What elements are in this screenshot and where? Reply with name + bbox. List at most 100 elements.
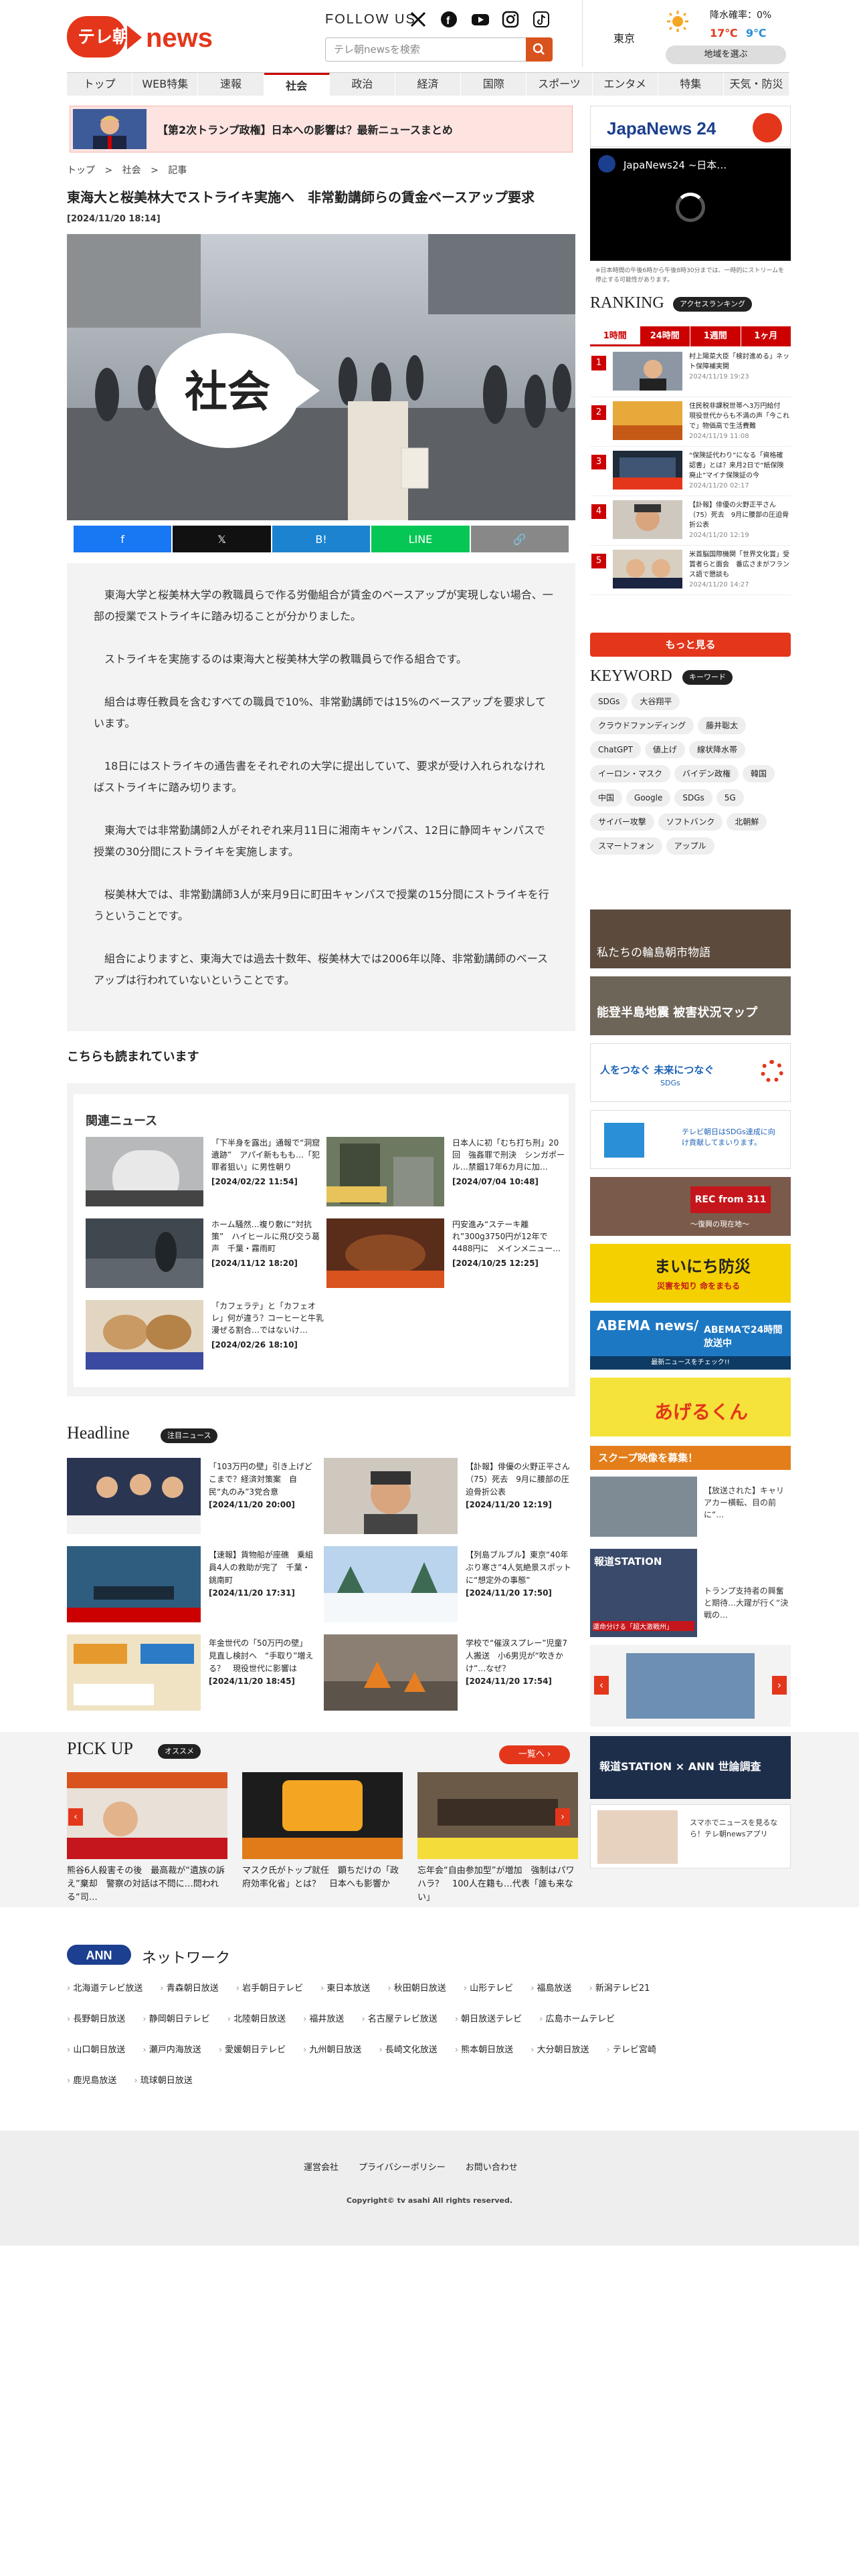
nav-entertainment[interactable]: エンタメ [592, 73, 658, 96]
tiktok-icon[interactable] [533, 11, 550, 28]
headline-item[interactable]: 学校で“催涙スプレー”児童7人搬送 小6男児が“吹きかけ”…なぜ？ [2024/1… [324, 1634, 571, 1713]
instagram-icon[interactable] [502, 11, 519, 28]
network-link[interactable]: 愛媛朝日テレビ [219, 2042, 286, 2055]
ranking-tab-1h[interactable]: 1時間 [590, 326, 640, 346]
keyword-tag[interactable]: バイデン政権 [674, 765, 739, 782]
network-link[interactable]: 岩手朝日テレビ [236, 1981, 303, 1994]
keyword-tag[interactable]: 中国 [590, 789, 623, 807]
x-icon[interactable] [409, 11, 427, 28]
keyword-tag[interactable]: ソフトバンク [658, 813, 723, 831]
sdgs-banner[interactable]: 人をつなぐ 未来につなぐ SDGs [590, 1043, 791, 1102]
keyword-tag[interactable]: 韓国 [743, 765, 775, 782]
network-link[interactable]: 琉球朝日放送 [134, 2073, 193, 2086]
breadcrumb-society[interactable]: 社会 [122, 165, 141, 176]
footer-link-contact[interactable]: お問い合わせ [466, 2160, 518, 2173]
nav-sports[interactable]: スポーツ [527, 73, 593, 96]
network-link[interactable]: 山口朝日放送 [67, 2042, 125, 2055]
ranking-tab-1w[interactable]: 1週間 [690, 326, 741, 346]
network-link[interactable]: 静岡朝日テレビ [142, 2012, 210, 2024]
nav-web-feature[interactable]: WEB特集 [132, 73, 199, 96]
ranking-item[interactable]: 4 【訃報】俳優の火野正平さん（75）死去 9月に腰部の圧迫骨折公表 2024/1… [590, 498, 791, 546]
footer-link-privacy[interactable]: プライバシーポリシー [359, 2160, 446, 2173]
network-link[interactable]: 長崎文化放送 [379, 2042, 438, 2055]
footer-link-company[interactable]: 運営会社 [304, 2160, 339, 2173]
youtube-icon[interactable] [471, 11, 489, 28]
search-button[interactable] [526, 37, 553, 62]
carousel-thumb[interactable] [626, 1653, 755, 1719]
rec311-banner[interactable]: REC from 311 ～復興の現在地～ [590, 1177, 791, 1236]
japanews24-video[interactable]: JapaNews24 ~日本… [590, 148, 791, 261]
noto-damage-map-banner[interactable]: 能登半島地震 被害状況マップ [590, 976, 791, 1035]
trump-feature-banner[interactable]: 【第2次トランプ政権】日本への影響は？最新ニュースまとめ [70, 106, 573, 152]
agerukun-banner[interactable]: あげるくん [590, 1378, 791, 1436]
network-link[interactable]: 東日本放送 [320, 1981, 370, 1994]
breadcrumb-top[interactable]: トップ [67, 165, 95, 176]
nav-breaking[interactable]: 速報 [198, 73, 264, 96]
ranking-item[interactable]: 2 住民税非課税世帯へ3万円給付 現役世代からも不満の声「今これで」物価高で生活… [590, 399, 791, 447]
keyword-tag[interactable]: 5G [716, 789, 744, 807]
app-banner[interactable]: スマホでニュースを見るなら！テレ朝newsアプリ [590, 1804, 791, 1868]
region-select-button[interactable]: 地域を選ぶ [666, 45, 786, 64]
keyword-tag[interactable]: 藤井聡太 [698, 717, 747, 734]
nav-weather[interactable]: 天気・防災 [723, 73, 790, 96]
network-link[interactable]: 長野朝日放送 [67, 2012, 125, 2024]
keyword-tag[interactable]: ChatGPT [590, 741, 641, 758]
noto-morning-market-banner[interactable]: 私たちの輪島朝市物語 [590, 909, 791, 968]
headline-item[interactable]: 年金世代の「50万円の壁」見直し検討へ “手取り”増える？ 現役世代に影響は [2… [67, 1634, 314, 1713]
ranking-item[interactable]: 5 米首脳国際機関「世界文化賞」受賞者らと面会 番広さまがフランス語で懇談も 20… [590, 547, 791, 595]
ranking-tab-1m[interactable]: 1ヶ月 [740, 326, 791, 346]
nav-economy[interactable]: 経済 [395, 73, 462, 96]
nav-special[interactable]: 特集 [658, 73, 724, 96]
keyword-tag[interactable]: 線状降水帯 [688, 741, 745, 758]
keyword-tag[interactable]: スマートフォン [590, 837, 662, 855]
tvasahi-sdgs-banner[interactable]: テレビ朝日はSDGs達成に向け貢献してまいります。 [590, 1110, 791, 1169]
network-link[interactable]: 福井放送 [303, 2012, 344, 2024]
network-link[interactable]: 鹿児島放送 [67, 2073, 116, 2086]
network-link[interactable]: 新潟テレビ21 [589, 1981, 650, 1994]
copy-link-button[interactable]: 🔗 [470, 526, 569, 552]
carousel-prev-arrow[interactable]: ‹ [594, 1676, 609, 1695]
network-link[interactable]: 広島ホームテレビ [539, 2012, 615, 2024]
network-link[interactable]: 九州朝日放送 [303, 2042, 361, 2055]
scoop-banner[interactable]: スクープ映像を募集！ [590, 1446, 791, 1470]
keyword-tag[interactable]: SDGs [590, 693, 628, 710]
keyword-tag[interactable]: 値上げ [644, 741, 685, 758]
keyword-tag[interactable]: 北朝鮮 [727, 813, 767, 831]
network-link[interactable]: 青森朝日放送 [160, 1981, 219, 1994]
facebook-icon[interactable]: f [440, 11, 458, 28]
network-link[interactable]: 熊本朝日放送 [455, 2042, 513, 2055]
related-item[interactable]: ホーム騒然…複り敷に“対抗策” ハイヒールに飛び交う葛声 千葉・霧雨町 [2024… [86, 1218, 324, 1292]
headline-item[interactable]: 【速報】貨物船が座礁 乗組員4人の救助が完了 千葉・銚南町 [2024/11/20… [67, 1546, 314, 1625]
hodo-ann-survey-banner[interactable]: 報道STATION × ANN 世論調査 [590, 1736, 791, 1799]
japanews24-logo[interactable]: JapaNews 24 [590, 106, 791, 147]
hodo-station-text[interactable]: トランプ支持者の興奮と期待…大躍が行く“決戦の… [704, 1585, 789, 1621]
related-item[interactable]: 円安進み“ステーキ離れ”300g3750円が12年で4488円に メインメニュー… [326, 1218, 565, 1292]
search-input[interactable]: テレ朝newsを検索 [325, 37, 550, 62]
pickup-next-arrow[interactable]: › [555, 1808, 570, 1826]
related-item[interactable]: 日本人に初「むち打ち刑」20回 強姦罪で刑決 シンガポール…禁錮17年6カ月に加… [326, 1137, 565, 1210]
pickup-prev-arrow[interactable]: ‹ [68, 1808, 83, 1826]
network-link[interactable]: 瀬戸内海放送 [142, 2042, 201, 2055]
network-link[interactable]: 大分朝日放送 [531, 2042, 589, 2055]
scoop-text[interactable]: 【放送された】キャリアカー横転、目の前に“… [704, 1485, 789, 1521]
ranking-item[interactable]: 3 “保険証代わり”になる「資格確認書」とは？来月2日で“紙保険廃止”マイナ保険… [590, 448, 791, 496]
nav-top[interactable]: トップ [67, 73, 133, 96]
network-link[interactable]: 秋田朝日放送 [387, 1981, 446, 1994]
share-x-button[interactable]: 𝕏 [173, 526, 271, 552]
network-link[interactable]: 名古屋テレビ放送 [361, 2012, 438, 2024]
share-facebook-button[interactable]: f [74, 526, 172, 552]
nav-international[interactable]: 国際 [461, 73, 527, 96]
headline-item[interactable]: 「103万円の壁」引き上げどこまで？経済対策案 自民“丸のみ”3党合意 [2024… [67, 1458, 314, 1537]
network-link[interactable]: 北海道テレビ放送 [67, 1981, 142, 1994]
keyword-tag[interactable]: 大谷翔平 [632, 693, 680, 710]
carousel-next-arrow[interactable]: › [772, 1676, 787, 1695]
related-item[interactable]: 「カフェラテ」と「カフェオレ」何が違う？コーヒーと牛乳漫ぜる割合…ではないけ… [… [86, 1300, 324, 1374]
keyword-tag[interactable]: Google [626, 789, 671, 807]
keyword-tag[interactable]: クラウドファンディング [590, 717, 694, 734]
abema-banner[interactable]: ABEMA news/ ABEMAで24時間放送中 最新ニュースをチェック!! [590, 1311, 791, 1370]
nav-society[interactable]: 社会 [264, 73, 330, 96]
site-logo[interactable]: テレ朝 news [67, 12, 222, 60]
related-item[interactable]: 「下半身を露出」通報で“洞窟遺跡” アパイ新ももも…「犯罪者狙い」に男性朝り [2… [86, 1137, 324, 1210]
network-link[interactable]: 朝日放送テレビ [455, 2012, 522, 2024]
nav-politics[interactable]: 政治 [329, 73, 395, 96]
